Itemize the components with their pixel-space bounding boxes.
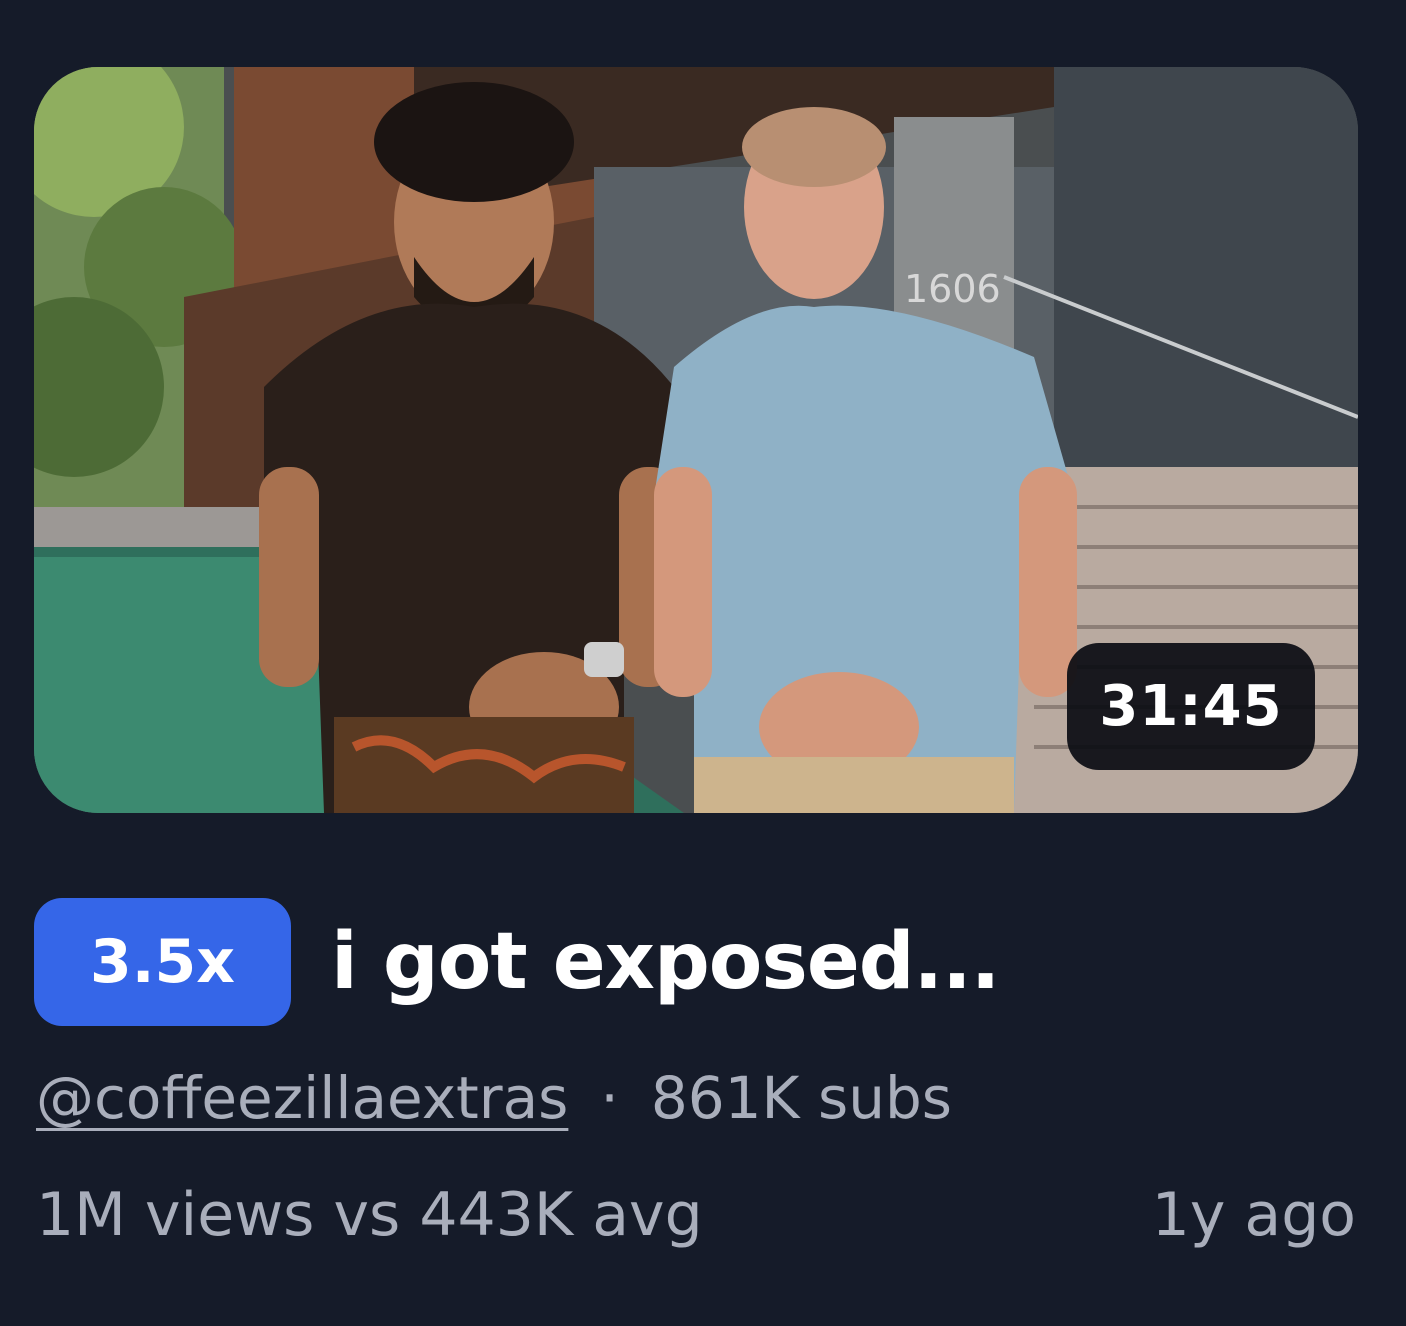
subscriber-count: 861K subs xyxy=(650,1064,952,1132)
video-title[interactable]: i got exposed... xyxy=(331,917,1000,1007)
channel-handle-link[interactable]: @coffeezillaextras xyxy=(36,1064,568,1132)
separator-dot: · xyxy=(600,1064,619,1132)
title-row: 3.5x i got exposed... xyxy=(34,898,1000,1026)
video-thumbnail[interactable]: 1606 31:45 xyxy=(34,67,1358,813)
thumbnail-sign: 1606 xyxy=(904,267,1001,311)
views-comparison: 1M views vs 443K avg xyxy=(36,1180,703,1250)
video-card[interactable]: 1606 31:45 3.5x i got exposed... @coffee… xyxy=(0,0,1406,1326)
stats-row: 1M views vs 443K avg 1y ago xyxy=(36,1172,1356,1258)
duration-badge: 31:45 xyxy=(1067,643,1315,770)
upload-age: 1y ago xyxy=(1151,1180,1356,1250)
channel-row: @coffeezillaextras · 861K subs xyxy=(36,1058,952,1138)
outlier-multiplier-badge: 3.5x xyxy=(34,898,291,1026)
